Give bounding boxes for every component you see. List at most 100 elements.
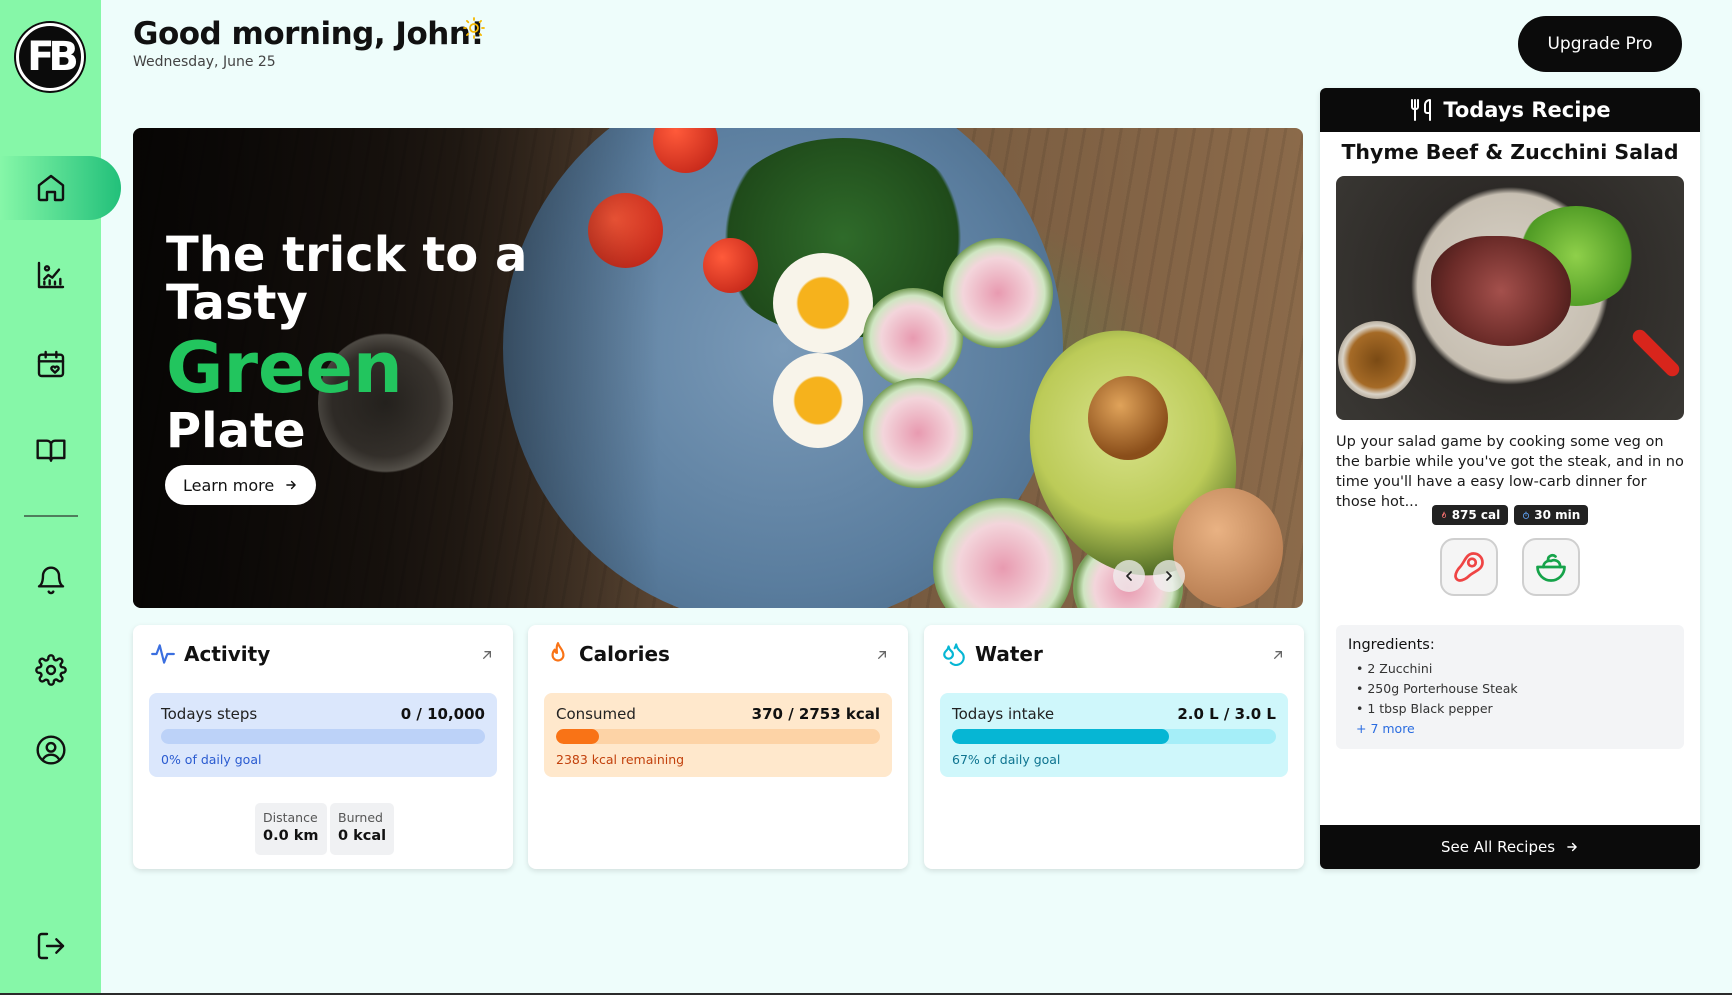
burned-stat: Burned 0 kcal xyxy=(330,803,395,855)
recipe-meta: 875 cal 30 min xyxy=(1320,505,1700,525)
recipe-image-sauce xyxy=(1338,321,1416,399)
steps-box: Todays steps 0 / 10,000 0% of daily goal xyxy=(149,693,497,777)
time-chip: 30 min xyxy=(1514,505,1589,525)
salad-tag[interactable] xyxy=(1522,538,1580,596)
meat-icon xyxy=(1454,552,1484,582)
intake-value: 2.0 L / 3.0 L xyxy=(1177,705,1276,723)
hero-banner: The trick to a Tasty Green Plate Learn m… xyxy=(133,128,1303,608)
calories-chip: 875 cal xyxy=(1431,505,1509,525)
recipe-image[interactable] xyxy=(1336,176,1684,420)
sidebar-item-notifications[interactable] xyxy=(26,556,76,606)
calories-progress-fill xyxy=(556,729,600,744)
hero-title-line2: Tasty xyxy=(166,275,308,331)
hero-title: The trick to a Tasty Green Plate xyxy=(166,231,527,455)
user-circle-icon xyxy=(36,735,66,765)
calories-card-header: Calories xyxy=(545,641,670,667)
recipe-tags xyxy=(1320,538,1700,596)
ingredients-box: Ingredients: • 2 Zucchini • 250g Porterh… xyxy=(1336,625,1684,749)
upgrade-pro-button[interactable]: Upgrade Pro xyxy=(1518,16,1682,72)
recipe-time: 30 min xyxy=(1534,508,1581,522)
calories-title: Calories xyxy=(579,642,670,666)
expand-arrow-icon[interactable] xyxy=(479,647,495,663)
recipe-description: Up your salad game by cooking some veg o… xyxy=(1336,434,1684,510)
meat-tag[interactable] xyxy=(1440,538,1498,596)
calories-card[interactable]: Calories Consumed 370 / 2753 kcal 2383 k… xyxy=(528,625,908,869)
flame-icon xyxy=(1441,510,1446,518)
steps-progress-bar xyxy=(161,729,485,744)
steps-goal-text: 0% of daily goal xyxy=(161,752,262,767)
recipe-image-beef xyxy=(1431,236,1571,346)
burned-label: Burned xyxy=(338,810,383,825)
hero-title-line1: The trick to a xyxy=(166,227,528,283)
learn-more-button[interactable]: Learn more xyxy=(165,465,317,505)
recipe-header: Todays Recipe xyxy=(1320,88,1700,132)
ingredients-title: Ingredients: xyxy=(1348,637,1435,653)
intake-label: Todays intake xyxy=(952,705,1055,723)
ingredients-more-link[interactable]: + 7 more xyxy=(1348,719,1672,739)
water-title: Water xyxy=(975,642,1043,666)
water-goal-text: 67% of daily goal xyxy=(952,752,1061,767)
ingredient-item: • 250g Porterhouse Steak xyxy=(1356,681,1518,696)
gear-icon xyxy=(35,654,67,686)
sidebar: FB xyxy=(0,0,121,995)
salad-icon xyxy=(1536,554,1566,582)
sidebar-item-logout[interactable] xyxy=(26,921,76,971)
water-progress-fill xyxy=(952,729,1170,744)
fork-knife-icon xyxy=(1411,99,1432,121)
sidebar-item-home[interactable] xyxy=(26,163,76,213)
chevron-left-icon xyxy=(1126,571,1132,581)
ingredient-item: • 1 tbsp Black pepper xyxy=(1356,701,1493,716)
timer-icon xyxy=(1523,511,1530,519)
chevron-right-icon xyxy=(1166,571,1172,581)
book-icon xyxy=(36,439,66,462)
flame-icon xyxy=(551,642,565,662)
water-progress-bar xyxy=(952,729,1276,744)
carousel-next-button[interactable] xyxy=(1153,560,1185,592)
sidebar-item-recipes[interactable] xyxy=(26,425,76,475)
expand-arrow-icon[interactable] xyxy=(1270,647,1286,663)
sidebar-item-settings[interactable] xyxy=(26,645,76,695)
intake-box: Todays intake 2.0 L / 3.0 L 67% of daily… xyxy=(940,693,1288,777)
water-card[interactable]: Water Todays intake 2.0 L / 3.0 L 67% of… xyxy=(924,625,1304,869)
droplets-icon xyxy=(943,643,965,666)
logo-text: FB xyxy=(27,34,79,80)
bell-icon xyxy=(37,566,65,595)
carousel-prev-button[interactable] xyxy=(1113,560,1145,592)
logout-icon xyxy=(37,932,65,960)
steps-value: 0 / 10,000 xyxy=(400,705,485,723)
hero-title-accent: Green xyxy=(166,327,403,409)
water-card-header: Water xyxy=(941,641,1043,667)
distance-label: Distance xyxy=(263,810,318,825)
recipe-calories: 875 cal xyxy=(1451,508,1501,522)
sun-icon xyxy=(463,17,485,39)
consumed-label: Consumed xyxy=(556,705,636,723)
expand-arrow-icon[interactable] xyxy=(874,647,890,663)
chart-icon xyxy=(37,261,65,289)
todays-recipe-panel: Todays Recipe Thyme Beef & Zucchini Sala… xyxy=(1320,88,1700,869)
distance-stat: Distance 0.0 km xyxy=(255,803,327,855)
calories-progress-bar xyxy=(556,729,880,744)
recipe-image-chili xyxy=(1629,326,1683,380)
activity-card[interactable]: Activity Todays steps 0 / 10,000 0% of d… xyxy=(133,625,513,869)
calories-remaining-text: 2383 kcal remaining xyxy=(556,752,685,767)
consumed-box: Consumed 370 / 2753 kcal 2383 kcal remai… xyxy=(544,693,892,777)
distance-value: 0.0 km xyxy=(263,828,319,844)
activity-card-header: Activity xyxy=(150,641,270,667)
learn-more-label: Learn more xyxy=(183,475,275,495)
arrow-right-icon xyxy=(286,480,297,490)
arrow-right-icon xyxy=(1567,842,1577,852)
consumed-value: 370 / 2753 kcal xyxy=(751,705,880,723)
nav-divider xyxy=(24,515,78,517)
sidebar-item-profile[interactable] xyxy=(26,725,76,775)
hero-title-line4: Plate xyxy=(166,403,306,459)
recipe-name[interactable]: Thyme Beef & Zucchini Salad xyxy=(1320,140,1700,164)
ingredient-item: • 2 Zucchini xyxy=(1356,661,1433,676)
page-greeting: Good morning, John! xyxy=(133,16,485,52)
activity-title: Activity xyxy=(184,642,271,666)
brand-logo[interactable]: FB xyxy=(16,23,84,91)
burned-value: 0 kcal xyxy=(338,828,387,844)
sidebar-item-progress[interactable] xyxy=(26,250,76,300)
sidebar-item-calendar[interactable] xyxy=(26,339,76,389)
current-date: Wednesday, June 25 xyxy=(133,54,276,70)
see-all-recipes-button[interactable]: See All Recipes xyxy=(1320,825,1700,869)
